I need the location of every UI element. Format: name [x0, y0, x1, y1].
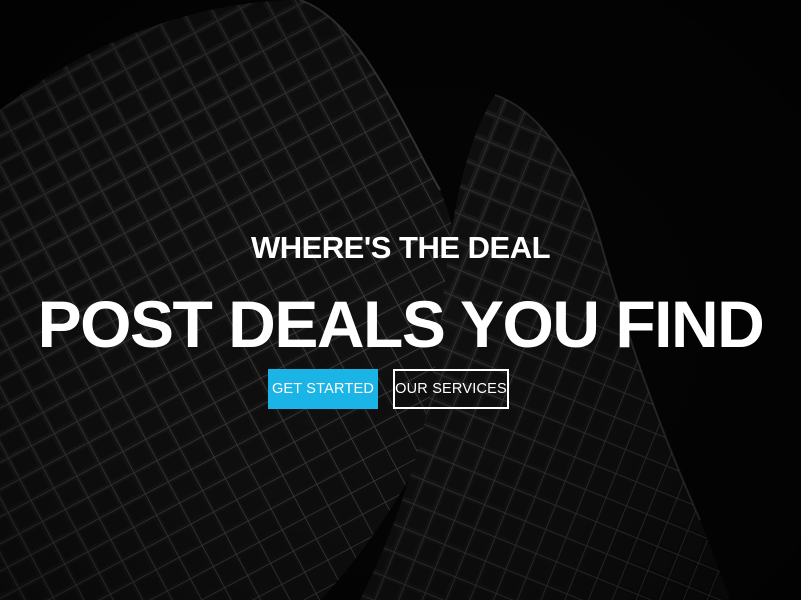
hero-title: POST DEALS YOU FIND — [37, 287, 765, 361]
hero-content: WHERE'S THE DEAL POST DEALS YOU FIND GET… — [0, 0, 801, 600]
get-started-button[interactable]: GET STARTED — [268, 369, 378, 409]
hero-section: WHERE'S THE DEAL POST DEALS YOU FIND GET… — [0, 0, 801, 600]
our-services-button[interactable]: OUR SERVICES — [393, 369, 509, 409]
hero-subtitle: WHERE'S THE DEAL — [250, 230, 551, 265]
